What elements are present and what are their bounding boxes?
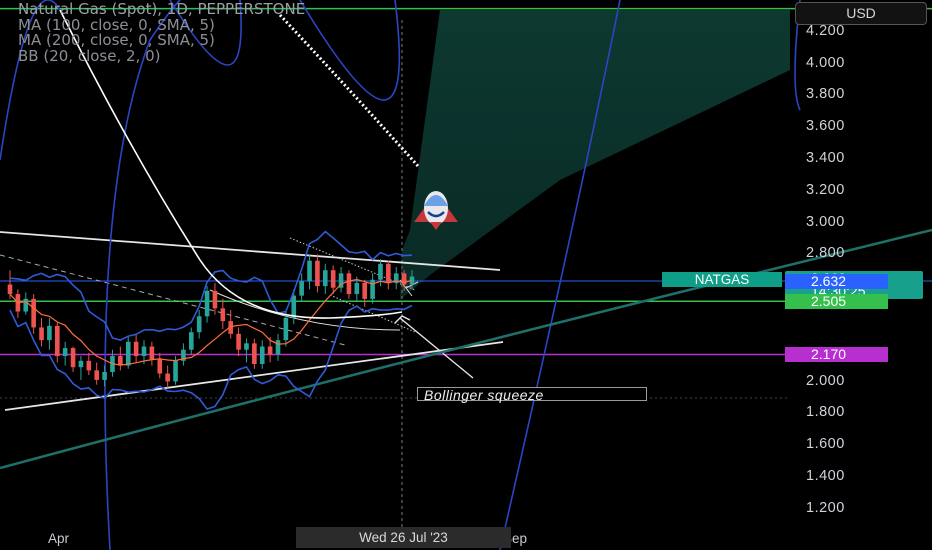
y-tick-label: 4.200 [806, 22, 845, 39]
projection-cloud [400, 10, 790, 300]
candle-body [322, 270, 328, 287]
candle-body [196, 316, 202, 333]
candle-body [330, 270, 336, 288]
candle-body [354, 282, 360, 295]
y-tick-label: 3.600 [806, 118, 845, 135]
candle-body [133, 341, 139, 357]
candle-body [244, 343, 249, 350]
y-tick-label: 3.800 [806, 86, 845, 103]
blue-arc-3 [299, 0, 401, 101]
candle-body [275, 340, 281, 355]
candle-body [220, 308, 226, 322]
candle-body [94, 370, 100, 380]
y-tick-label: 1.800 [806, 404, 845, 421]
y-tick-label: 4.000 [806, 54, 845, 71]
candle-body [259, 346, 265, 365]
candle-body [165, 373, 170, 382]
candle-body [70, 348, 76, 368]
candle-body [86, 360, 92, 371]
candle-body [386, 263, 391, 283]
y-tick-label: 1.600 [806, 436, 845, 453]
chart-area[interactable]: Natural Gas (Spot), 1D, PEPPERSTONE MA (… [0, 0, 932, 550]
candle-body [54, 325, 60, 357]
candle-body [252, 343, 257, 365]
y-tick-label: 3.200 [806, 181, 845, 198]
annotation-bollinger-squeeze[interactable]: Bollinger squeeze [417, 387, 647, 402]
candle-body [315, 260, 320, 287]
candle-body [47, 325, 52, 341]
candle-body [204, 290, 210, 317]
candle-body [149, 346, 155, 360]
candle-body [141, 346, 147, 357]
y-tick-label: 2.000 [806, 372, 845, 389]
bb-basis [9, 278, 413, 366]
y-tick-label: 3.000 [806, 213, 845, 230]
indicator-legend: Natural Gas (Spot), 1D, PEPPERSTONE MA (… [18, 1, 305, 65]
bb-lower-band [9, 304, 413, 411]
candle-body [291, 295, 297, 318]
candle-body [173, 360, 178, 382]
y-tick-label: 1.400 [806, 467, 845, 484]
y-tick-label: 3.400 [806, 149, 845, 166]
candle-body [299, 281, 304, 296]
candle-body [378, 263, 383, 280]
blue-arc-1 [104, 0, 181, 550]
candle-body [23, 298, 29, 312]
candle-body [267, 346, 273, 355]
candle-body [307, 260, 312, 282]
candle-body [157, 359, 163, 374]
candle-body [236, 333, 241, 350]
candle-body [283, 317, 289, 341]
candle-body [62, 348, 68, 357]
symbol-tag: NATGAS [662, 272, 782, 287]
crosshair-date-label: Wed 26 Jul '23 [296, 527, 511, 548]
candle-body [102, 371, 107, 380]
candle-body [125, 341, 131, 366]
candle-body [212, 290, 218, 309]
y-tick-label: 1.200 [806, 499, 845, 516]
y-tick-label: 2.800 [806, 245, 845, 262]
x-tick-apr: Apr [48, 531, 70, 546]
candle-body [7, 284, 13, 295]
candle-body [78, 360, 84, 368]
currency-button[interactable]: USD [795, 2, 927, 25]
candle-body [31, 298, 36, 328]
level-price-tag: 2.170 [785, 347, 888, 363]
level-price-tag: 2.632 [785, 274, 888, 289]
candle-body [188, 332, 194, 350]
legend-bb[interactable]: BB (20, close, 2, 0) [18, 48, 305, 65]
candle-body [370, 279, 375, 299]
candle-body [362, 282, 368, 299]
candle-body [39, 327, 44, 341]
candle-body [346, 273, 352, 295]
level-price-tag: 2.505 [785, 294, 888, 310]
